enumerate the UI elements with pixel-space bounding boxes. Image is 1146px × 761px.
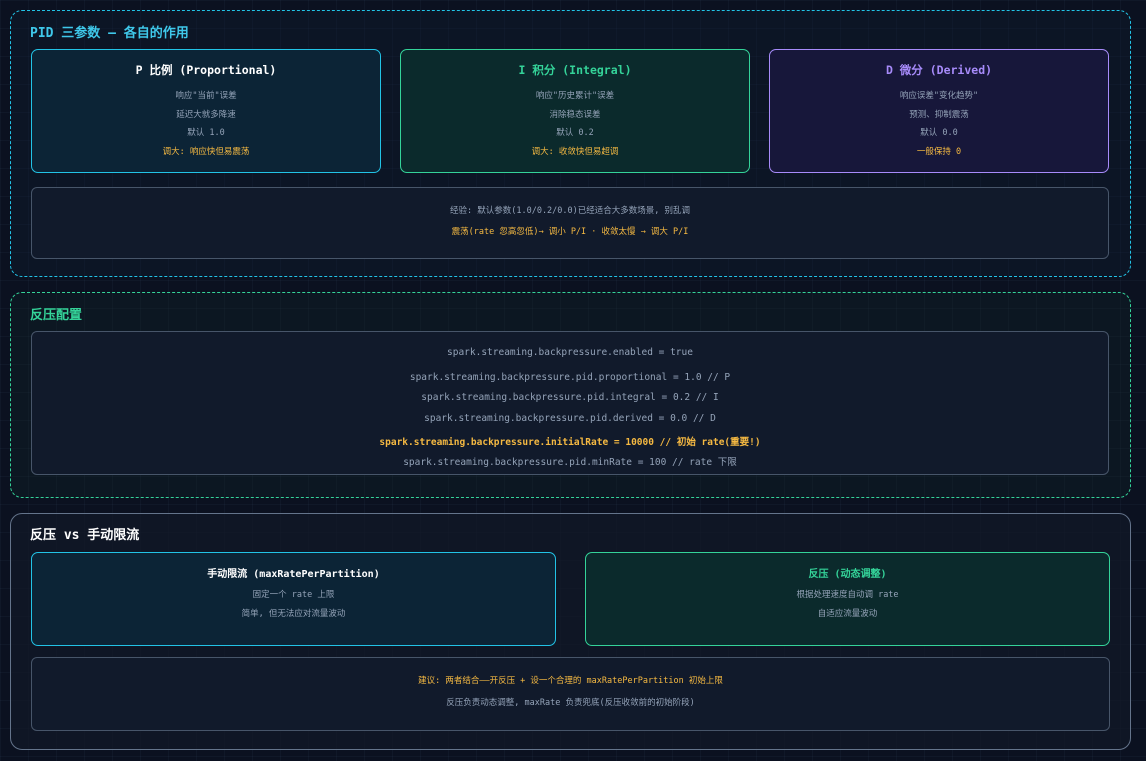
backpressure-card-line: 根据处理速度自动调 rate	[796, 590, 899, 600]
backpressure-panel: 反压配置 spark.streaming.backpressure.enable…	[10, 292, 1131, 498]
p-card-line: 延迟大就多降速	[176, 109, 236, 120]
pid-note: 经验: 默认参数(1.0/0.2/0.0)已经适合大多数场景, 别乱调 震荡(r…	[31, 187, 1109, 259]
d-card: D 微分 (Derived) 响应误差"变化趋势" 预测、抑制震荡 默认 0.0…	[769, 49, 1109, 173]
manual-limit-card: 手动限流 (maxRatePerPartition) 固定一个 rate 上限 …	[31, 552, 556, 646]
config-code-block: spark.streaming.backpressure.enabled = t…	[31, 331, 1109, 475]
p-card-line: 默认 1.0	[187, 128, 225, 138]
d-card-tip: 一般保持 0	[916, 146, 962, 157]
pid-note-line: 经验: 默认参数(1.0/0.2/0.0)已经适合大多数场景, 别乱调	[450, 206, 690, 216]
backpressure-panel-title: 反压配置	[30, 308, 83, 323]
config-line: spark.streaming.backpressure.enabled = t…	[447, 347, 693, 358]
compare-note-line: 反压负责动态调整, maxRate 负责兜底(反压收敛前的初始阶段)	[446, 698, 695, 708]
p-card-tip: 调大: 响应快但易震荡	[162, 146, 250, 157]
i-card: I 积分 (Integral) 响应"历史累计"误差 消除稳态误差 默认 0.2…	[400, 49, 750, 173]
compare-note-line: 建议: 两者结合——开反压 + 设一个合理的 maxRatePerPartiti…	[418, 676, 723, 686]
manual-limit-line: 简单, 但无法应对流量波动	[241, 608, 346, 619]
d-card-line: 默认 0.0	[920, 128, 958, 138]
manual-limit-title: 手动限流 (maxRatePerPartition)	[207, 569, 380, 580]
p-card: P 比例 (Proportional) 响应"当前"误差 延迟大就多降速 默认 …	[31, 49, 381, 173]
config-line-highlight: spark.streaming.backpressure.initialRate…	[379, 437, 761, 448]
i-card-title: I 积分 (Integral)	[518, 63, 632, 77]
p-card-line: 响应"当前"误差	[175, 91, 237, 101]
d-card-title: D 微分 (Derived)	[885, 63, 993, 77]
config-line: spark.streaming.backpressure.pid.proport…	[409, 372, 731, 383]
d-card-line: 预测、抑制震荡	[909, 109, 969, 120]
compare-note: 建议: 两者结合——开反压 + 设一个合理的 maxRatePerPartiti…	[31, 657, 1110, 731]
pid-note-line: 震荡(rate 忽高忽低)→ 调小 P/I · 收敛太慢 → 调大 P/I	[451, 227, 689, 237]
backpressure-card-line: 自适应流量波动	[817, 608, 878, 619]
pid-panel: PID 三参数 — 各自的作用 P 比例 (Proportional) 响应"当…	[10, 10, 1131, 277]
i-card-tip: 调大: 收敛快但易超调	[531, 146, 619, 157]
pid-panel-title: PID 三参数 — 各自的作用	[30, 26, 189, 41]
config-line: spark.streaming.backpressure.pid.derived…	[424, 413, 716, 424]
compare-panel-title: 反压 vs 手动限流	[30, 528, 140, 543]
compare-panel: 反压 vs 手动限流 手动限流 (maxRatePerPartition) 固定…	[10, 513, 1131, 750]
config-line: spark.streaming.backpressure.pid.integra…	[421, 392, 719, 403]
manual-limit-line: 固定一个 rate 上限	[252, 590, 335, 600]
i-card-line: 默认 0.2	[556, 128, 594, 138]
config-line: spark.streaming.backpressure.pid.minRate…	[403, 457, 737, 468]
backpressure-card-title: 反压 (动态调整)	[808, 569, 887, 580]
i-card-line: 响应"历史累计"误差	[535, 91, 615, 101]
backpressure-card: 反压 (动态调整) 根据处理速度自动调 rate 自适应流量波动	[585, 552, 1110, 646]
i-card-line: 消除稳态误差	[549, 109, 601, 120]
d-card-line: 响应误差"变化趋势"	[899, 91, 979, 101]
p-card-title: P 比例 (Proportional)	[135, 63, 277, 77]
